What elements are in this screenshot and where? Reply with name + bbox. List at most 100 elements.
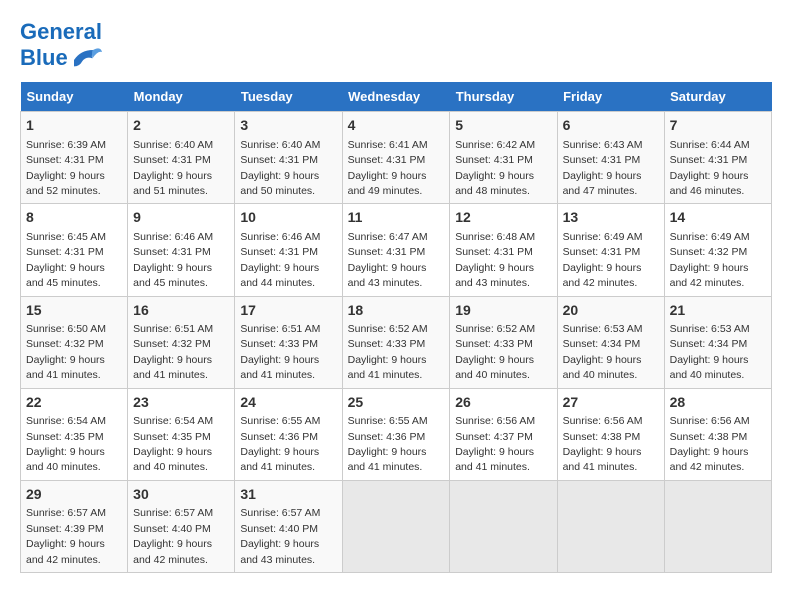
- day-number: 25: [348, 393, 445, 413]
- day-info: Sunrise: 6:41 AMSunset: 4:31 PMDaylight:…: [348, 139, 428, 197]
- calendar-cell: 13 Sunrise: 6:49 AMSunset: 4:31 PMDayligh…: [557, 204, 664, 296]
- day-info: Sunrise: 6:42 AMSunset: 4:31 PMDaylight:…: [455, 139, 535, 197]
- day-info: Sunrise: 6:57 AMSunset: 4:39 PMDaylight:…: [26, 507, 106, 565]
- calendar-cell: 6 Sunrise: 6:43 AMSunset: 4:31 PMDaylight…: [557, 112, 664, 204]
- day-number: 24: [240, 393, 336, 413]
- day-number: 18: [348, 301, 445, 321]
- day-number: 10: [240, 208, 336, 228]
- day-info: Sunrise: 6:52 AMSunset: 4:33 PMDaylight:…: [455, 323, 535, 381]
- day-info: Sunrise: 6:48 AMSunset: 4:31 PMDaylight:…: [455, 231, 535, 289]
- calendar-cell: 5 Sunrise: 6:42 AMSunset: 4:31 PMDaylight…: [450, 112, 557, 204]
- day-info: Sunrise: 6:52 AMSunset: 4:33 PMDaylight:…: [348, 323, 428, 381]
- calendar-cell: 21Sunrise: 6:53 AMSunset: 4:34 PMDayligh…: [664, 296, 771, 388]
- calendar-cell: [342, 480, 450, 572]
- day-number: 20: [563, 301, 659, 321]
- day-number: 9: [133, 208, 229, 228]
- day-info: Sunrise: 6:50 AMSunset: 4:32 PMDaylight:…: [26, 323, 106, 381]
- header-row: Sunday Monday Tuesday Wednesday Thursday…: [21, 82, 772, 112]
- col-monday: Monday: [128, 82, 235, 112]
- day-info: Sunrise: 6:55 AMSunset: 4:36 PMDaylight:…: [348, 415, 428, 473]
- calendar-week-row: 29Sunrise: 6:57 AMSunset: 4:39 PMDayligh…: [21, 480, 772, 572]
- day-info: Sunrise: 6:56 AMSunset: 4:38 PMDaylight:…: [563, 415, 643, 473]
- calendar-cell: 28Sunrise: 6:56 AMSunset: 4:38 PMDayligh…: [664, 388, 771, 480]
- day-info: Sunrise: 6:39 AMSunset: 4:31 PMDaylight:…: [26, 139, 106, 197]
- col-sunday: Sunday: [21, 82, 128, 112]
- calendar-cell: 30Sunrise: 6:57 AMSunset: 4:40 PMDayligh…: [128, 480, 235, 572]
- day-number: 26: [455, 393, 551, 413]
- day-info: Sunrise: 6:40 AMSunset: 4:31 PMDaylight:…: [240, 139, 320, 197]
- calendar-cell: 23Sunrise: 6:54 AMSunset: 4:35 PMDayligh…: [128, 388, 235, 480]
- day-info: Sunrise: 6:44 AMSunset: 4:31 PMDaylight:…: [670, 139, 750, 197]
- col-saturday: Saturday: [664, 82, 771, 112]
- calendar-cell: 8 Sunrise: 6:45 AMSunset: 4:31 PMDaylight…: [21, 204, 128, 296]
- day-number: 3: [240, 116, 336, 136]
- calendar-cell: 27Sunrise: 6:56 AMSunset: 4:38 PMDayligh…: [557, 388, 664, 480]
- calendar-cell: 15Sunrise: 6:50 AMSunset: 4:32 PMDayligh…: [21, 296, 128, 388]
- calendar-cell: 18Sunrise: 6:52 AMSunset: 4:33 PMDayligh…: [342, 296, 450, 388]
- day-number: 22: [26, 393, 122, 413]
- day-info: Sunrise: 6:56 AMSunset: 4:37 PMDaylight:…: [455, 415, 535, 473]
- day-number: 13: [563, 208, 659, 228]
- col-wednesday: Wednesday: [342, 82, 450, 112]
- day-number: 21: [670, 301, 766, 321]
- day-info: Sunrise: 6:53 AMSunset: 4:34 PMDaylight:…: [670, 323, 750, 381]
- day-number: 1: [26, 116, 122, 136]
- calendar-cell: [664, 480, 771, 572]
- calendar-cell: 20Sunrise: 6:53 AMSunset: 4:34 PMDayligh…: [557, 296, 664, 388]
- day-info: Sunrise: 6:49 AMSunset: 4:32 PMDaylight:…: [670, 231, 750, 289]
- calendar-cell: 16Sunrise: 6:51 AMSunset: 4:32 PMDayligh…: [128, 296, 235, 388]
- calendar-week-row: 1 Sunrise: 6:39 AMSunset: 4:31 PMDaylight…: [21, 112, 772, 204]
- day-number: 15: [26, 301, 122, 321]
- day-number: 6: [563, 116, 659, 136]
- day-info: Sunrise: 6:49 AMSunset: 4:31 PMDaylight:…: [563, 231, 643, 289]
- calendar-week-row: 15Sunrise: 6:50 AMSunset: 4:32 PMDayligh…: [21, 296, 772, 388]
- logo: General Blue: [20, 20, 102, 72]
- calendar-table: Sunday Monday Tuesday Wednesday Thursday…: [20, 82, 772, 573]
- day-info: Sunrise: 6:57 AMSunset: 4:40 PMDaylight:…: [240, 507, 320, 565]
- col-friday: Friday: [557, 82, 664, 112]
- day-number: 19: [455, 301, 551, 321]
- calendar-cell: 11Sunrise: 6:47 AMSunset: 4:31 PMDayligh…: [342, 204, 450, 296]
- day-info: Sunrise: 6:53 AMSunset: 4:34 PMDaylight:…: [563, 323, 643, 381]
- day-info: Sunrise: 6:51 AMSunset: 4:32 PMDaylight:…: [133, 323, 213, 381]
- day-info: Sunrise: 6:47 AMSunset: 4:31 PMDaylight:…: [348, 231, 428, 289]
- col-tuesday: Tuesday: [235, 82, 342, 112]
- day-number: 28: [670, 393, 766, 413]
- day-number: 23: [133, 393, 229, 413]
- calendar-week-row: 8 Sunrise: 6:45 AMSunset: 4:31 PMDaylight…: [21, 204, 772, 296]
- day-number: 2: [133, 116, 229, 136]
- day-number: 31: [240, 485, 336, 505]
- day-number: 27: [563, 393, 659, 413]
- day-number: 4: [348, 116, 445, 136]
- calendar-cell: 1 Sunrise: 6:39 AMSunset: 4:31 PMDaylight…: [21, 112, 128, 204]
- day-info: Sunrise: 6:57 AMSunset: 4:40 PMDaylight:…: [133, 507, 213, 565]
- day-info: Sunrise: 6:45 AMSunset: 4:31 PMDaylight:…: [26, 231, 106, 289]
- calendar-cell: 26Sunrise: 6:56 AMSunset: 4:37 PMDayligh…: [450, 388, 557, 480]
- calendar-cell: 10 Sunrise: 6:46 AMSunset: 4:31 PMDayligh…: [235, 204, 342, 296]
- calendar-cell: 2 Sunrise: 6:40 AMSunset: 4:31 PMDaylight…: [128, 112, 235, 204]
- calendar-cell: [450, 480, 557, 572]
- calendar-cell: 25Sunrise: 6:55 AMSunset: 4:36 PMDayligh…: [342, 388, 450, 480]
- day-number: 5: [455, 116, 551, 136]
- day-number: 8: [26, 208, 122, 228]
- day-number: 14: [670, 208, 766, 228]
- day-number: 30: [133, 485, 229, 505]
- day-number: 12: [455, 208, 551, 228]
- day-info: Sunrise: 6:46 AMSunset: 4:31 PMDaylight:…: [240, 231, 320, 289]
- day-info: Sunrise: 6:51 AMSunset: 4:33 PMDaylight:…: [240, 323, 320, 381]
- day-number: 16: [133, 301, 229, 321]
- day-info: Sunrise: 6:40 AMSunset: 4:31 PMDaylight:…: [133, 139, 213, 197]
- calendar-cell: 9Sunrise: 6:46 AMSunset: 4:31 PMDaylight…: [128, 204, 235, 296]
- calendar-cell: 31Sunrise: 6:57 AMSunset: 4:40 PMDayligh…: [235, 480, 342, 572]
- calendar-cell: 17Sunrise: 6:51 AMSunset: 4:33 PMDayligh…: [235, 296, 342, 388]
- calendar-cell: 19Sunrise: 6:52 AMSunset: 4:33 PMDayligh…: [450, 296, 557, 388]
- calendar-cell: 3 Sunrise: 6:40 AMSunset: 4:31 PMDaylight…: [235, 112, 342, 204]
- logo-bird-icon: [70, 44, 102, 72]
- day-number: 29: [26, 485, 122, 505]
- calendar-cell: 22Sunrise: 6:54 AMSunset: 4:35 PMDayligh…: [21, 388, 128, 480]
- day-info: Sunrise: 6:55 AMSunset: 4:36 PMDaylight:…: [240, 415, 320, 473]
- day-info: Sunrise: 6:43 AMSunset: 4:31 PMDaylight:…: [563, 139, 643, 197]
- calendar-cell: 7Sunrise: 6:44 AMSunset: 4:31 PMDaylight…: [664, 112, 771, 204]
- calendar-cell: [557, 480, 664, 572]
- day-info: Sunrise: 6:54 AMSunset: 4:35 PMDaylight:…: [26, 415, 106, 473]
